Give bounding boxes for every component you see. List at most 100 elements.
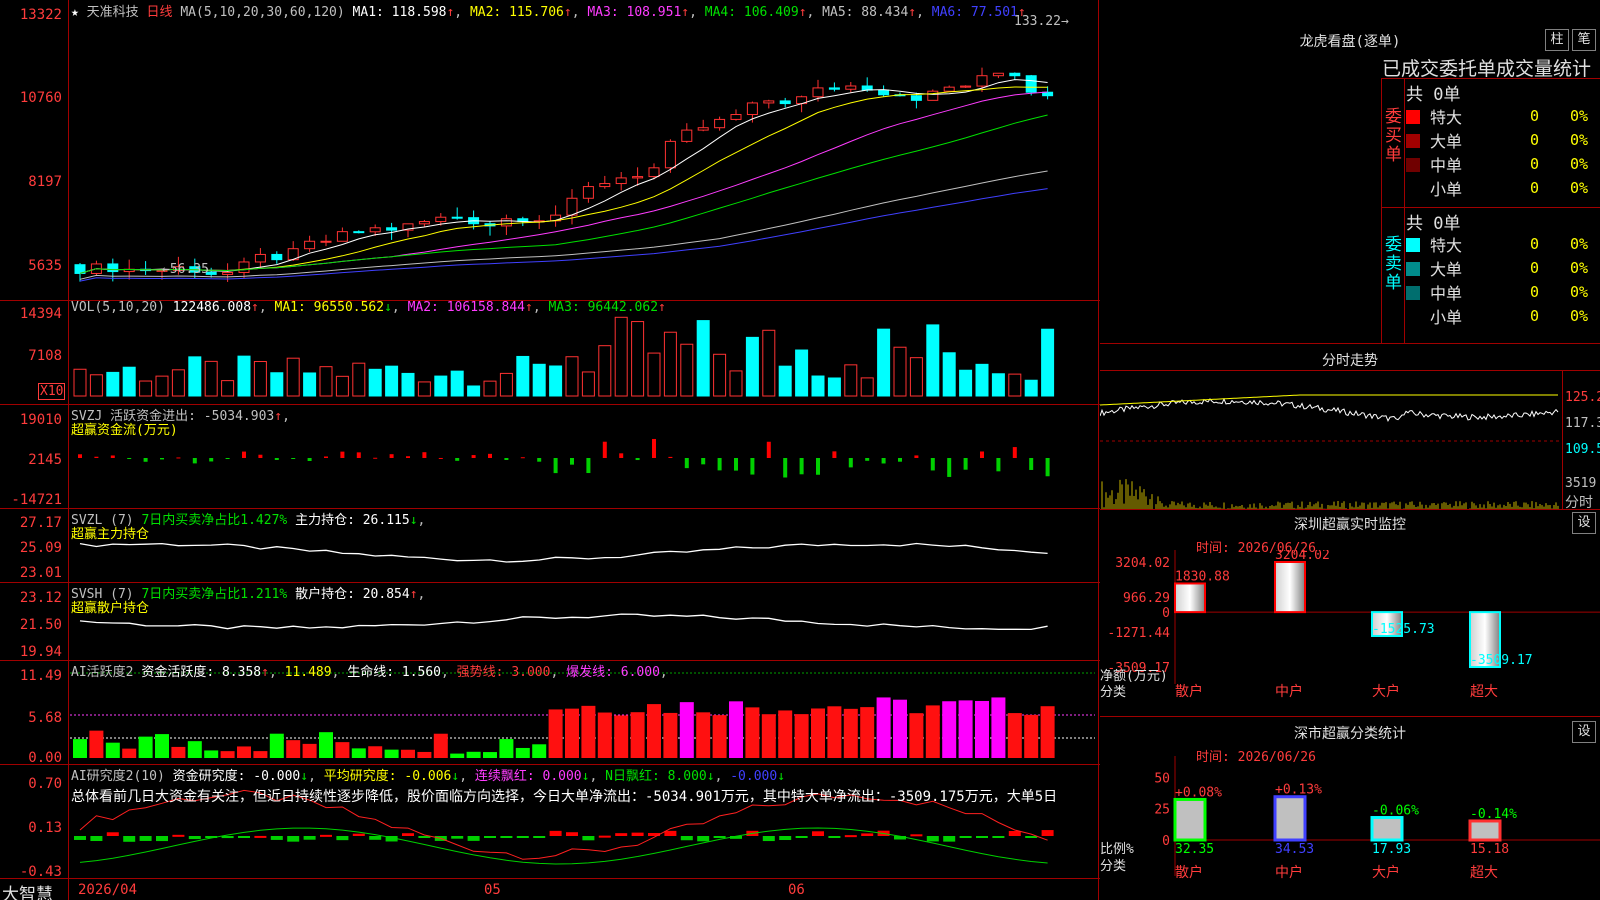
volume-bar (122, 366, 136, 397)
volume-bar (1041, 328, 1055, 397)
classify-settings-button[interactable]: 设 (1572, 721, 1596, 743)
candle-body (812, 87, 824, 98)
color-swatch (1406, 238, 1420, 252)
volume-bar (680, 343, 694, 397)
activity-bar (401, 749, 415, 758)
flow-bar (914, 455, 919, 458)
color-swatch (1406, 286, 1420, 300)
color-swatch (1406, 110, 1420, 124)
order-type: 小单 (1430, 308, 1463, 327)
activity-bar (515, 747, 530, 758)
ytick: 109.5 (1565, 442, 1600, 457)
candle-body (451, 216, 463, 219)
ytick: -0.43 (19, 864, 62, 880)
candle-body (960, 85, 972, 88)
activity-bar (729, 701, 743, 758)
ytick: 19.94 (19, 644, 62, 660)
research-bar (844, 835, 857, 838)
research-bar (959, 836, 972, 838)
volume-bar (631, 321, 645, 397)
order-count: 0 (1530, 307, 1540, 325)
ytick: 3519 (1565, 476, 1597, 491)
flow-bar (209, 458, 214, 462)
candle-body (878, 89, 890, 96)
research-bar (566, 832, 578, 836)
activity-bar (761, 714, 776, 758)
ratio-bar (1370, 816, 1404, 842)
volume-bar (532, 363, 546, 397)
flow-bar (832, 451, 837, 458)
research-bar (664, 830, 677, 836)
tick-mode-button[interactable]: 笔 (1572, 29, 1596, 51)
ytick: 19010 (19, 412, 62, 428)
ytick: 23.12 (19, 590, 62, 606)
flow-bar (291, 458, 296, 459)
volume-bar (450, 370, 464, 397)
volume-bar (614, 316, 628, 397)
svzl-sub: 超赢主力持仓 (71, 527, 150, 542)
candle-body (107, 263, 119, 273)
flow-bar (1045, 458, 1050, 477)
candle-body (943, 86, 955, 92)
activity-bar (925, 705, 940, 758)
volume-bar (401, 372, 415, 397)
order-count: 0 (1530, 235, 1540, 253)
monitor-chart[interactable]: 3204.02 966.290 -1271.44 -3509.17 1830.88 散户 3… (1100, 550, 1600, 715)
volume-bar (549, 365, 563, 397)
volume-bar (877, 328, 891, 397)
ytick: 27.17 (19, 515, 62, 531)
value-label: -3509.17 (1470, 653, 1533, 668)
research-bar (172, 834, 185, 837)
candle-body (222, 271, 234, 275)
candle-body (746, 102, 758, 116)
volume-bar (713, 353, 727, 397)
activity-bar (220, 751, 235, 758)
classify-title: 深市超赢分类统计 (1294, 726, 1406, 742)
category-label: 大户 (1372, 864, 1400, 881)
dragon-tabs[interactable]: 已成交委托单成交量统计 (1382, 54, 1591, 81)
order-pct: 0% (1570, 155, 1589, 173)
monitor-settings-button[interactable]: 设 (1572, 512, 1596, 534)
candle-body (828, 87, 840, 90)
value-label: 17.93 (1372, 842, 1411, 857)
flow-bar (881, 458, 886, 464)
volume-bar (926, 324, 940, 397)
candle-body (566, 197, 578, 216)
volume-bar (991, 373, 1005, 397)
activity-bar (286, 740, 301, 758)
volume-bar (811, 375, 825, 397)
activity-bar (679, 702, 694, 758)
volume-bar (303, 372, 317, 397)
volume-bar (696, 320, 710, 397)
classify-chart[interactable]: 7550250+0.08%32.35散户+0.13%34.53中户-0.06%1… (1100, 756, 1600, 900)
research-bar (615, 833, 628, 836)
color-swatch (1406, 134, 1420, 148)
activity-bar (155, 734, 169, 758)
order-count: 0 (1530, 107, 1540, 125)
vol-unit[interactable]: X10 (38, 383, 66, 400)
activity-bar (417, 751, 432, 758)
flow-bar (684, 458, 689, 469)
research-bar (123, 836, 136, 842)
vol-header: VOL(5,10,20) 122486.008↑, MA1: 96550.562… (71, 300, 666, 315)
research-bar (303, 836, 316, 840)
research-bar (828, 836, 841, 838)
volume-bar (663, 331, 677, 397)
order-type: 特大 (1430, 108, 1463, 127)
change-label: +0.13% (1275, 783, 1322, 798)
activity-bar (319, 732, 333, 758)
ma-line-ma3 (79, 91, 1048, 274)
avg-research-line (79, 827, 1048, 865)
bar-mode-button[interactable]: 柱 (1545, 29, 1569, 51)
intraday-chart[interactable] (1100, 371, 1562, 509)
activity-bar (237, 746, 251, 758)
research-bar (500, 836, 513, 838)
research-bar (631, 832, 644, 836)
ytick: 0.13 (28, 820, 62, 836)
ytick: -14721 (11, 492, 62, 508)
activity-bar (351, 748, 366, 758)
value-label: -1525.73 (1372, 622, 1435, 637)
left-panel[interactable]: ★ 天准科技 日线 MA(5,10,20,30,60,120) MA1: 118… (0, 0, 1100, 900)
research-bar (484, 836, 496, 838)
research-bar (369, 836, 382, 840)
